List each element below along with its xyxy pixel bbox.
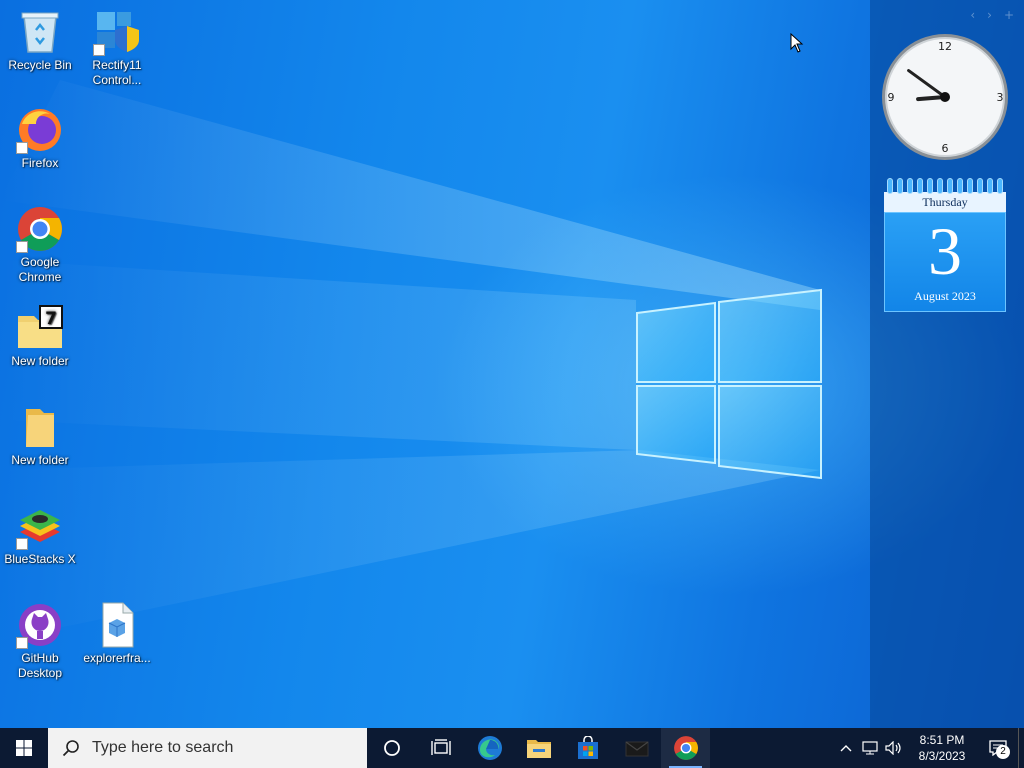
desktop-icon-bluestacks[interactable]: BlueStacks X xyxy=(0,502,80,567)
notification-count-badge: 2 xyxy=(996,745,1010,759)
desktop-icon-firefox[interactable]: Firefox xyxy=(0,106,80,171)
icon-label: explorerfra... xyxy=(83,651,151,665)
network-button[interactable] xyxy=(858,728,882,768)
sidebar-add-button[interactable]: + xyxy=(1004,8,1014,22)
control-panel-icon xyxy=(93,8,141,56)
desktop-icon-recycle-bin[interactable]: Recycle Bin xyxy=(0,8,80,73)
sidebar-prev-button[interactable]: ‹ xyxy=(970,8,975,22)
system-tray: 8:51 PM 8/3/2023 2 xyxy=(834,728,1024,768)
taskbar-chrome[interactable] xyxy=(661,728,710,768)
firefox-icon xyxy=(16,106,64,154)
taskbar-store[interactable] xyxy=(563,728,612,768)
desktop-icon-rectify11-control[interactable]: Rectify11 Control... xyxy=(77,8,157,88)
file-icon xyxy=(93,601,141,649)
cortana-button[interactable] xyxy=(367,728,416,768)
bluestacks-icon xyxy=(16,502,64,550)
calendar-weekday: Thursday xyxy=(884,192,1006,212)
volume-icon xyxy=(885,741,901,755)
calendar-month-year: August 2023 xyxy=(914,289,976,303)
desktop-background[interactable]: ‹ › + 12 3 6 9 Thursday 3 August 2023 Re… xyxy=(0,0,1024,728)
icon-label: GitHub Desktop xyxy=(17,651,63,680)
icon-label: BlueStacks X xyxy=(4,552,76,566)
taskbar-clock[interactable]: 8:51 PM 8/3/2023 xyxy=(906,732,978,764)
store-icon xyxy=(577,736,598,759)
desktop-icon-github-desktop[interactable]: GitHub Desktop xyxy=(0,601,80,681)
taskbar: Type here to search 8:51 PM 8/3/2023 2 xyxy=(0,728,1024,768)
cortana-icon xyxy=(383,740,400,756)
clock-numeral-12: 12 xyxy=(938,40,952,53)
clock-numeral-9: 9 xyxy=(888,91,895,104)
clock-numeral-3: 3 xyxy=(997,91,1004,104)
taskbar-edge[interactable] xyxy=(465,728,514,768)
desktop-icon-google-chrome[interactable]: Google Chrome xyxy=(0,205,80,285)
search-icon xyxy=(62,740,79,757)
chevron-up-icon xyxy=(840,745,852,752)
icon-label: New folder xyxy=(11,453,69,467)
task-view-button[interactable] xyxy=(416,728,465,768)
clock-numeral-6: 6 xyxy=(942,142,949,155)
desktop-icon-explorerframe[interactable]: explorerfra... xyxy=(77,601,157,666)
mail-icon xyxy=(625,741,648,757)
edge-icon xyxy=(477,736,502,760)
icon-label: New folder xyxy=(11,354,69,368)
windows-start-icon xyxy=(16,740,32,756)
taskbar-mail[interactable] xyxy=(612,728,661,768)
network-icon xyxy=(862,741,878,755)
icon-label: Firefox xyxy=(21,156,59,170)
action-center-button[interactable]: 2 xyxy=(978,728,1018,768)
show-desktop-button[interactable] xyxy=(1018,728,1024,768)
show-hidden-icons-button[interactable] xyxy=(834,728,858,768)
taskbar-time: 8:51 PM xyxy=(919,733,965,747)
desktop-icon-new-folder-7zip[interactable]: 7 New folder xyxy=(0,304,80,369)
svg-text:7: 7 xyxy=(45,309,57,329)
start-button[interactable] xyxy=(0,728,48,768)
folder-icon xyxy=(16,403,64,451)
icon-label: Recycle Bin xyxy=(8,58,72,72)
chrome-icon xyxy=(673,736,698,760)
taskbar-file-explorer[interactable] xyxy=(514,728,563,768)
sidebar-next-button[interactable]: › xyxy=(987,8,992,22)
taskbar-date: 8/3/2023 xyxy=(918,749,966,763)
desktop-icon-new-folder[interactable]: New folder xyxy=(0,403,80,468)
file-explorer-icon xyxy=(526,740,551,758)
icon-label: Google Chrome xyxy=(18,255,62,284)
calendar-gadget[interactable]: Thursday 3 August 2023 xyxy=(884,178,1006,314)
calendar-day: 3 xyxy=(928,213,962,289)
mouse-cursor-icon xyxy=(790,33,804,53)
calendar-body: 3 August 2023 xyxy=(884,212,1006,312)
github-desktop-icon xyxy=(16,601,64,649)
folder-7zip-icon: 7 xyxy=(16,304,64,352)
taskbar-search-box[interactable]: Type here to search xyxy=(48,728,367,768)
volume-button[interactable] xyxy=(882,728,906,768)
task-view-icon xyxy=(430,739,451,755)
search-placeholder: Type here to search xyxy=(92,739,234,756)
windows-logo-window xyxy=(636,288,822,480)
icon-label: Rectify11 Control... xyxy=(92,58,142,87)
clock-gadget[interactable]: 12 3 6 9 xyxy=(880,32,1010,162)
recycle-bin-icon xyxy=(16,8,64,56)
chrome-icon xyxy=(16,205,64,253)
sidebar-nav: ‹ › + xyxy=(970,8,1014,22)
